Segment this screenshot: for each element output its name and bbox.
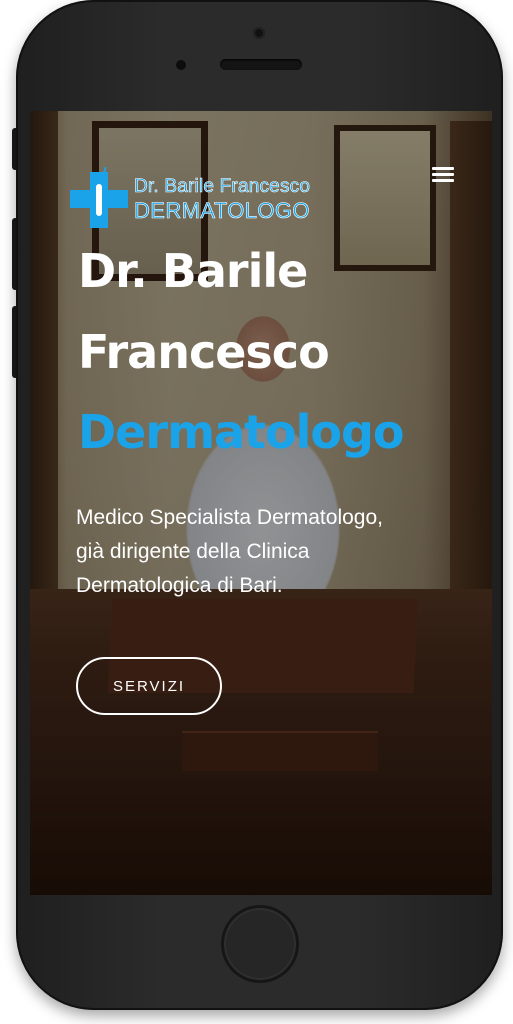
earpiece-speaker: [220, 59, 302, 70]
hero-description-line: Dermatologica di Bari.: [76, 574, 283, 597]
servizi-button[interactable]: SERVIZI: [76, 657, 222, 715]
proximity-sensor: [176, 60, 186, 70]
screen: Dr. Barile Francesco DERMATOLOGO Dr. Bar…: [30, 111, 492, 895]
logo-name: Dr. Barile Francesco: [134, 176, 311, 198]
hero-description-line: Medico Specialista Dermatologo,: [76, 506, 383, 529]
site-logo[interactable]: Dr. Barile Francesco DERMATOLOGO: [68, 166, 318, 228]
home-button[interactable]: [221, 905, 299, 983]
hero-title-line-1: Dr. Barile: [78, 244, 308, 298]
hero-title-line-2: Francesco: [78, 325, 330, 379]
logo-subtitle: DERMATOLOGO: [134, 198, 310, 224]
hero-description-line: già dirigente della Clinica: [76, 540, 310, 563]
hamburger-menu-icon[interactable]: [432, 167, 456, 185]
hero-description: Medico Specialista Dermatologo, già diri…: [76, 501, 476, 603]
hero-title-line-3: Dermatologo: [78, 405, 405, 459]
front-camera: [253, 27, 265, 39]
device-mockup: Dr. Barile Francesco DERMATOLOGO Dr. Bar…: [0, 0, 513, 1024]
